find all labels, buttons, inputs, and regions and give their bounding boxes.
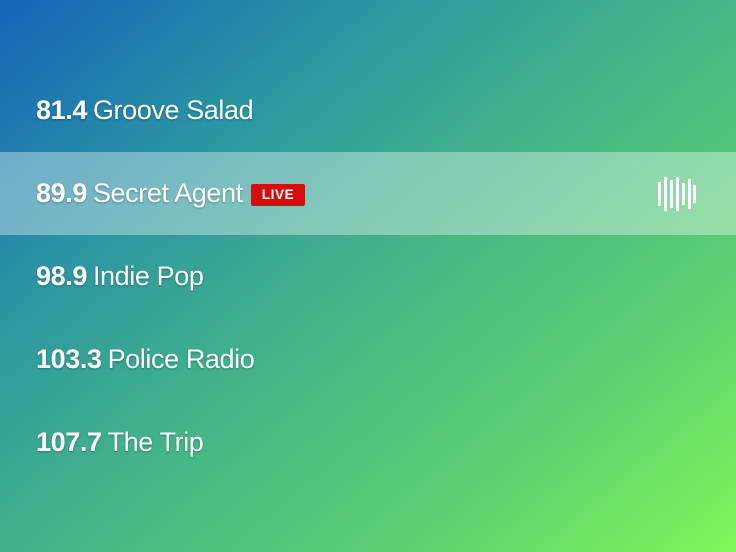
station-name: Groove Salad (92, 95, 254, 125)
station-row-indie-pop[interactable]: 98.9 Indie Pop (0, 235, 736, 318)
radio-screen: 81.4 Groove Salad 89.9 Secret Agent LIVE 9… (0, 0, 736, 552)
station-frequency: 107.7 (36, 427, 102, 457)
live-badge: LIVE (250, 183, 306, 206)
station-name: Indie Pop (92, 261, 204, 291)
station-label: 103.3 Police Radio (36, 344, 255, 375)
station-frequency: 103.3 (36, 344, 102, 374)
station-label: 98.9 Indie Pop (36, 261, 204, 292)
station-label: 107.7 The Trip (36, 427, 204, 458)
station-name: Police Radio (107, 344, 255, 374)
station-frequency: 98.9 (36, 261, 87, 291)
station-row-police-radio[interactable]: 103.3 Police Radio (0, 318, 736, 401)
station-label: 89.9 Secret Agent (36, 178, 243, 209)
station-name: The Trip (107, 427, 204, 457)
equalizer-icon (658, 176, 696, 211)
station-row-the-trip[interactable]: 107.7 The Trip (0, 401, 736, 484)
station-list: 81.4 Groove Salad 89.9 Secret Agent LIVE 9… (0, 69, 736, 484)
station-row-secret-agent[interactable]: 89.9 Secret Agent LIVE (0, 152, 736, 235)
station-label: 81.4 Groove Salad (36, 95, 254, 126)
station-name: Secret Agent (92, 178, 243, 208)
station-row-groove-salad[interactable]: 81.4 Groove Salad (0, 69, 736, 152)
station-frequency: 81.4 (36, 95, 87, 125)
station-frequency: 89.9 (36, 178, 87, 208)
